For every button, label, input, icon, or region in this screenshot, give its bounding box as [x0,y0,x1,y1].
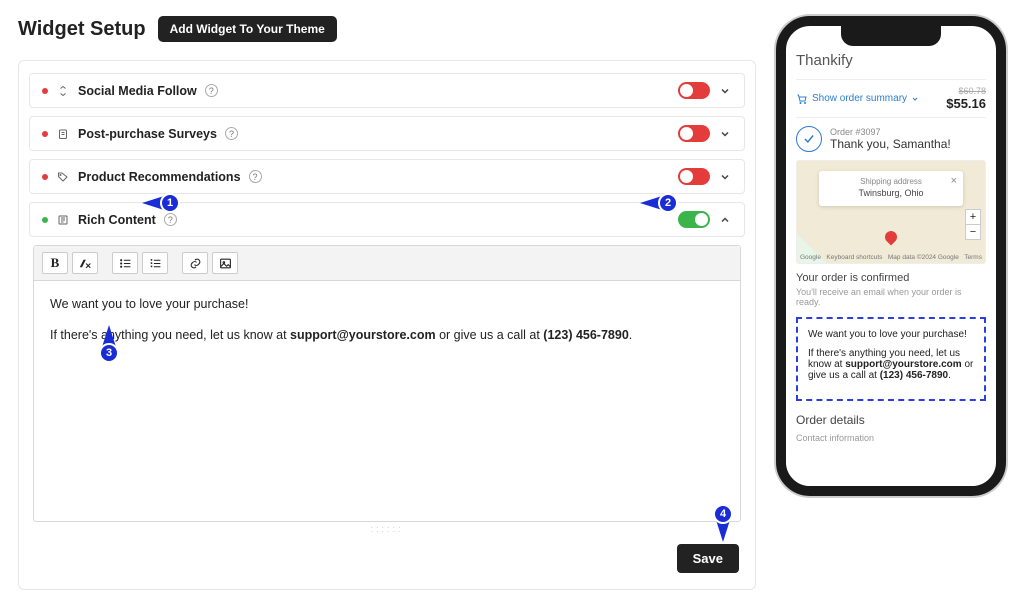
cart-icon [796,93,808,105]
resize-grip[interactable]: :::::: [33,524,741,534]
row-label: Rich Content [78,213,156,227]
fade-overlay [786,446,996,486]
show-summary-link[interactable]: Show order summary [796,93,919,105]
save-button[interactable]: Save [677,544,739,573]
map-pin-icon [883,229,900,246]
chevron-down-icon[interactable] [718,127,732,141]
editor-line: If there's anything you need, let us kno… [50,326,724,345]
row-rich-content[interactable]: Rich Content ? 1 2 [29,202,745,237]
preview-line: We want you to love your purchase! [808,329,974,340]
rich-content-preview: We want you to love your purchase! If th… [796,317,986,401]
tag-icon [56,170,70,184]
row-label: Product Recommendations [78,170,241,184]
row-label: Post-purchase Surveys [78,127,217,141]
order-summary-row[interactable]: Show order summary $60.78 $55.16 [796,79,986,118]
close-icon[interactable]: × [951,175,957,187]
clipboard-icon [56,127,70,141]
editor-textarea[interactable]: We want you to love your purchase! If th… [34,281,740,521]
link-button[interactable] [182,252,208,274]
annotation-callout: 1 [160,193,180,213]
map-zoom-controls[interactable]: + − [965,209,981,240]
thank-you-text: Thank you, Samantha! [830,137,951,151]
row-recommendations[interactable]: Product Recommendations ? [29,159,745,194]
page-title: Widget Setup [18,18,146,41]
chevron-down-icon[interactable] [718,84,732,98]
chevron-down-icon[interactable] [718,170,732,184]
zoom-out-button[interactable]: − [966,224,980,239]
text-icon [56,213,70,227]
rich-text-editor: B [33,245,741,522]
check-icon [796,126,822,152]
map-attribution: Google Keyboard shortcuts Map data ©2024… [800,254,982,261]
editor-line: We want you to love your purchase! [50,295,724,314]
clear-format-button[interactable] [72,252,98,274]
thank-you-row: Order #3097 Thank you, Samantha! [796,126,986,152]
help-icon[interactable]: ? [164,213,177,226]
row-label: Social Media Follow [78,84,197,98]
toggle-surveys[interactable] [678,125,710,142]
status-dot [42,131,48,137]
preview-line: If there's anything you need, let us kno… [808,348,974,381]
zoom-in-button[interactable]: + [966,210,980,224]
help-icon[interactable]: ? [225,127,238,140]
status-dot [42,217,48,223]
toggle-rich-content[interactable] [678,211,710,228]
annotation-callout: 3 [99,343,119,363]
toggle-social[interactable] [678,82,710,99]
row-social-media[interactable]: Social Media Follow ? [29,73,745,108]
annotation-callout: 2 [658,193,678,213]
widgets-panel: Social Media Follow ? Post-purchase Surv… [18,60,756,590]
status-dot [42,174,48,180]
help-icon[interactable]: ? [249,170,262,183]
editor-toolbar: B [34,246,740,281]
original-price: $60.78 [946,86,986,96]
bold-button[interactable]: B [42,252,68,274]
arrows-icon [56,84,70,98]
chevron-down-icon [911,95,919,103]
numbered-list-button[interactable] [142,252,168,274]
image-button[interactable] [212,252,238,274]
status-dot [42,88,48,94]
row-surveys[interactable]: Post-purchase Surveys ? [29,116,745,151]
preview-app-name: Thankify [796,52,986,69]
help-icon[interactable]: ? [205,84,218,97]
map-address-card: × Shipping address Twinsburg, Ohio [819,171,963,206]
bullet-list-button[interactable] [112,252,138,274]
contact-info-label: Contact information [796,433,986,443]
order-details-title: Order details [796,413,986,427]
order-confirmed-subtitle: You'll receive an email when your order … [796,287,986,307]
chevron-up-icon[interactable] [718,213,732,227]
shipping-address-label: Shipping address [827,177,955,186]
add-widget-button[interactable]: Add Widget To Your Theme [158,16,337,42]
map-preview[interactable]: × Shipping address Twinsburg, Ohio + − G… [796,160,986,264]
phone-preview: Thankify Show order summary $60.78 $55.1… [776,16,1006,496]
order-confirmed-title: Your order is confirmed [796,272,986,284]
toggle-recommendations[interactable] [678,168,710,185]
order-number: Order #3097 [830,127,951,137]
final-price: $55.16 [946,96,986,111]
shipping-address-value: Twinsburg, Ohio [827,188,955,198]
